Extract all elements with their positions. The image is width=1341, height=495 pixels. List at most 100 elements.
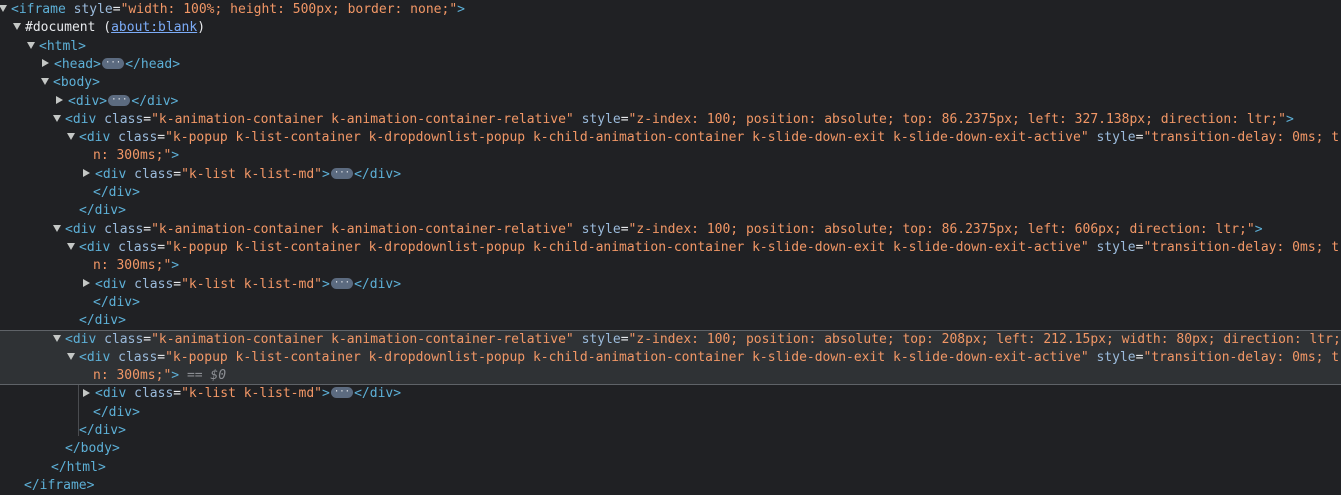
- attribute-value: "k-list k-list-md": [181, 386, 322, 402]
- dom-tree-row[interactable]: <div class="k-animation-container k-anim…: [0, 330, 1341, 349]
- attribute-value: "transition-delay: 0ms; transiti: [1143, 130, 1341, 146]
- dom-tree-row[interactable]: <div class="k-list k-list-md"> ··· </div>: [0, 276, 1341, 294]
- expand-triangle-down-icon[interactable]: [53, 335, 61, 343]
- expand-triangle-down-icon[interactable]: [41, 78, 49, 86]
- dom-tree-row[interactable]: #document (about:blank): [0, 19, 1341, 37]
- indent-guide: [78, 385, 79, 437]
- attribute-value: "k-animation-container k-animation-conta…: [151, 111, 574, 127]
- text-token: =: [112, 2, 121, 17]
- dom-tree-row[interactable]: n: 300ms;">: [0, 147, 1341, 165]
- expand-triangle-down-icon[interactable]: [67, 352, 75, 360]
- tag-token: </head>: [125, 56, 181, 72]
- attribute-name: class: [118, 349, 158, 365]
- attribute-value: "k-list k-list-md": [181, 166, 322, 182]
- dom-tree-row[interactable]: <div class="k-animation-container k-anim…: [0, 111, 1341, 129]
- expand-triangle-down-icon[interactable]: [0, 5, 7, 12]
- collapsed-ellipsis-button[interactable]: ···: [101, 57, 125, 69]
- collapse-triangle-right-icon[interactable]: [83, 169, 90, 178]
- attribute-value: "k-animation-container k-animation-conta…: [151, 332, 574, 348]
- document-link[interactable]: about:blank: [111, 20, 197, 35]
- dom-tree-row[interactable]: n: 300ms;">: [0, 257, 1341, 275]
- tag-token: </div>: [354, 276, 402, 292]
- tag-token: >: [322, 386, 330, 402]
- dom-tree-row[interactable]: </div>: [0, 312, 1341, 330]
- dom-tree-row[interactable]: <div> ··· </div>: [0, 93, 1341, 111]
- dom-tree-row[interactable]: <html>: [0, 38, 1341, 56]
- expand-triangle-down-icon[interactable]: [67, 133, 75, 141]
- dom-tree-row[interactable]: </div>: [0, 202, 1341, 220]
- tag-token: <iframe: [11, 2, 66, 17]
- selection-border: [0, 384, 1341, 386]
- collapsed-ellipsis-button[interactable]: ···: [330, 277, 354, 289]
- tag-token: </div>: [93, 185, 140, 200]
- attribute-name: style: [581, 332, 621, 348]
- dom-tree-row[interactable]: <head> ··· </head>: [0, 56, 1341, 74]
- tag-token: <div: [65, 111, 97, 127]
- dom-tree-row[interactable]: </div>: [0, 294, 1341, 312]
- tag-token: <div: [95, 166, 127, 182]
- text-token: =: [620, 111, 629, 127]
- collapse-triangle-right-icon[interactable]: [42, 59, 49, 68]
- text-token: =: [143, 111, 152, 127]
- expand-triangle-down-icon[interactable]: [53, 114, 61, 122]
- collapse-triangle-right-icon[interactable]: [83, 388, 90, 397]
- text-token: =: [143, 332, 152, 348]
- attribute-value: "k-animation-container k-animation-conta…: [151, 221, 574, 237]
- attribute-name: class: [104, 221, 144, 237]
- dom-tree-row[interactable]: n: 300ms;"> == $0: [0, 367, 1341, 386]
- attribute-value: "transition-delay: 0ms; transiti: [1143, 239, 1341, 255]
- text-token: ): [197, 20, 206, 36]
- dom-tree-row[interactable]: </iframe>: [0, 477, 1341, 495]
- dom-tree-row[interactable]: </div>: [0, 404, 1341, 422]
- collapse-triangle-right-icon[interactable]: [83, 279, 90, 287]
- dom-tree-row[interactable]: </html>: [0, 459, 1341, 477]
- attribute-value: "width: 100%; height: 500px; border: non…: [120, 2, 458, 17]
- collapsed-ellipsis-button[interactable]: ···: [330, 387, 354, 399]
- dom-tree-row[interactable]: <div class="k-popup k-list-container k-d…: [0, 239, 1341, 257]
- collapsed-ellipsis-button[interactable]: ···: [108, 94, 131, 106]
- text-token: =: [620, 332, 629, 348]
- expand-triangle-down-icon[interactable]: [67, 242, 75, 250]
- collapse-triangle-right-icon[interactable]: [56, 96, 63, 104]
- dom-tree-row[interactable]: </div>: [0, 184, 1341, 202]
- dom-tree-row[interactable]: <div class="k-animation-container k-anim…: [0, 221, 1341, 239]
- dom-tree-row[interactable]: <div class="k-list k-list-md"> ··· </div>: [0, 166, 1341, 184]
- collapsed-ellipsis-button[interactable]: ···: [330, 167, 354, 179]
- elements-dom-tree[interactable]: <iframe style="width: 100%; height: 500p…: [0, 0, 1341, 495]
- attribute-name: class: [118, 130, 158, 146]
- dom-tree-row[interactable]: <div class="k-list k-list-md"> ··· </div>: [0, 385, 1341, 403]
- attribute-value: "transition-delay: 0ms; transiti: [1143, 349, 1341, 365]
- tag-token: </body>: [65, 441, 120, 457]
- attribute-name: style: [1096, 239, 1136, 255]
- attribute-value: "z-index: 100; position: absolute; top: …: [628, 111, 1286, 127]
- dom-tree-row[interactable]: <div class="k-popup k-list-container k-d…: [0, 348, 1341, 367]
- dom-tree-row[interactable]: </div>: [0, 422, 1341, 440]
- tag-token: <div: [95, 276, 127, 292]
- tag-token: <div: [95, 386, 127, 402]
- attribute-name: class: [118, 239, 158, 255]
- dom-tree-row[interactable]: </body>: [0, 440, 1341, 458]
- dom-tree-row[interactable]: <div class="k-popup k-list-container k-d…: [0, 129, 1341, 147]
- attribute-value: "z-index: 100; position: absolute; top: …: [628, 221, 1255, 237]
- expand-triangle-down-icon[interactable]: [13, 23, 21, 31]
- expand-triangle-down-icon[interactable]: [53, 224, 61, 232]
- text-token: =: [143, 221, 152, 237]
- attribute-value: "k-list k-list-md": [181, 276, 322, 292]
- tag-token: </div>: [93, 294, 140, 310]
- dom-tree-row[interactable]: <body>: [0, 74, 1341, 92]
- attribute-name: style: [581, 111, 621, 127]
- tag-token: <head>: [54, 56, 101, 72]
- expand-triangle-down-icon[interactable]: [27, 41, 35, 49]
- tag-token: >: [171, 148, 180, 164]
- tag-token: <div: [65, 221, 97, 237]
- dom-tree-row[interactable]: <iframe style="width: 100%; height: 500p…: [0, 1, 1341, 19]
- attribute-name: style: [581, 221, 621, 237]
